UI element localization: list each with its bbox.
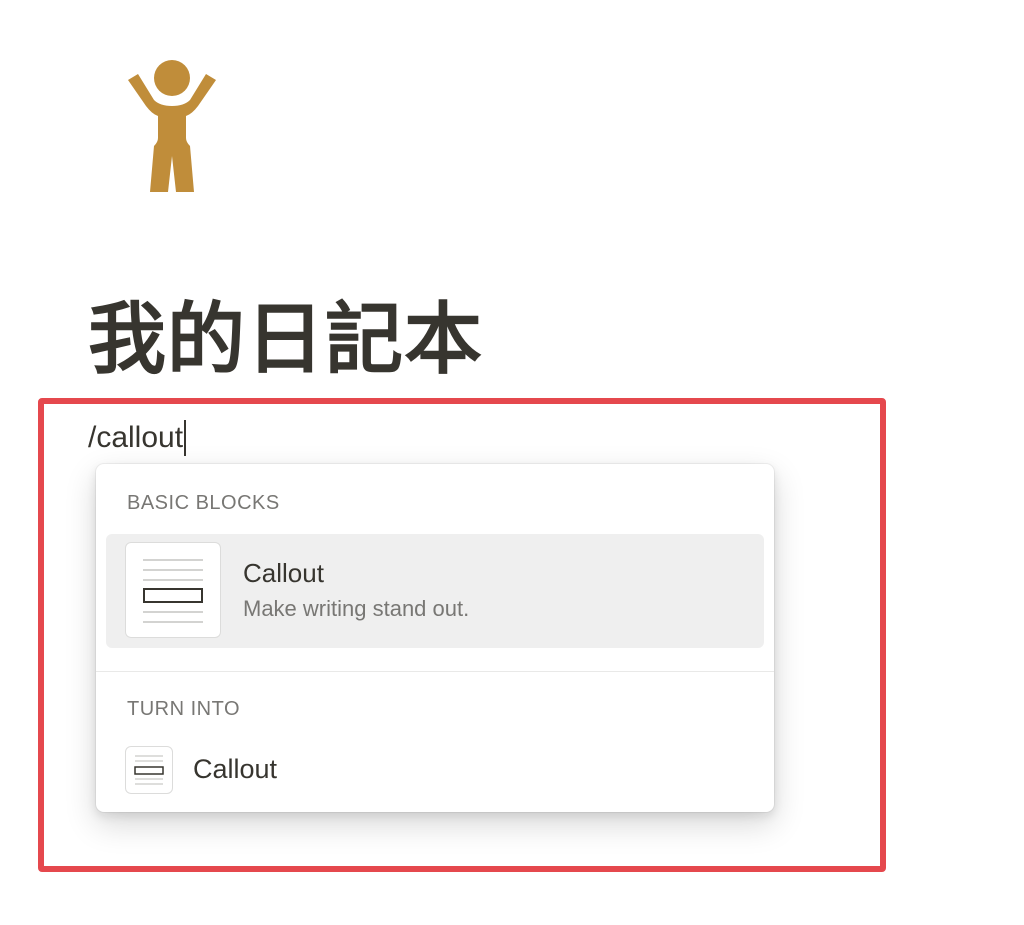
- slash-command-block[interactable]: /callout: [88, 418, 187, 458]
- menu-item-description: Make writing stand out.: [243, 596, 470, 621]
- section-label-turn-into: TURN INTO: [127, 698, 241, 720]
- section-label-basic-blocks: BASIC BLOCKS: [127, 492, 280, 514]
- menu-divider: [96, 671, 774, 672]
- menu-item-callout[interactable]: Callout Make writing stand out.: [106, 534, 764, 648]
- callout-block-icon: [125, 542, 221, 638]
- person-raising-arms-icon[interactable]: [118, 56, 226, 194]
- callout-block-icon: [125, 746, 173, 794]
- slash-command-text: /callout: [88, 421, 184, 454]
- menu-item-title: Callout: [243, 558, 324, 588]
- menu-item-title: Callout: [193, 754, 278, 784]
- text-caret: [184, 420, 187, 456]
- page-title[interactable]: 我的日記本: [88, 292, 483, 388]
- notion-page: 我的日記本 /callout BASIC BLOCKS Callout Make…: [0, 0, 1024, 925]
- slash-command-menu: BASIC BLOCKS Callout Make writing stand …: [96, 464, 774, 812]
- menu-item-turn-into-callout[interactable]: Callout: [106, 736, 764, 806]
